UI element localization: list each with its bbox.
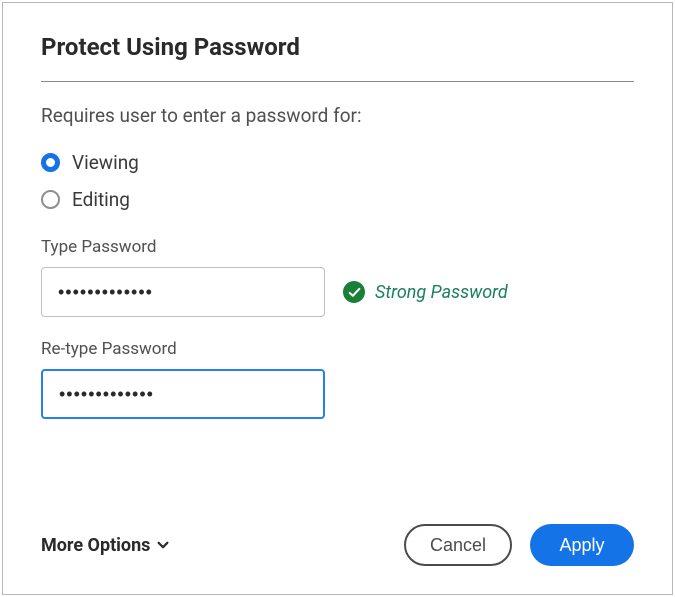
protect-password-dialog: Protect Using Password Requires user to … [2,2,673,595]
access-mode-radio-group: Viewing Editing [41,151,634,211]
apply-button[interactable]: Apply [530,524,634,566]
action-buttons: Cancel Apply [404,524,634,566]
password-strength-text: Strong Password [375,282,508,303]
more-options-label: More Options [41,535,150,556]
retype-password-group: Re-type Password [41,339,634,419]
type-password-input[interactable] [41,267,325,317]
retype-password-label: Re-type Password [41,339,634,359]
viewing-label: Viewing [72,151,139,174]
radio-selected-icon [41,153,60,172]
password-strength-indicator: Strong Password [343,281,508,303]
dialog-footer: More Options Cancel Apply [41,524,634,566]
type-password-label: Type Password [41,237,634,257]
editing-radio[interactable]: Editing [41,188,634,211]
chevron-down-icon [156,538,170,552]
check-circle-icon [343,281,365,303]
description-text: Requires user to enter a password for: [41,104,634,127]
type-password-group: Type Password Strong Password [41,237,634,317]
viewing-radio[interactable]: Viewing [41,151,634,174]
cancel-button[interactable]: Cancel [404,524,512,566]
radio-unselected-icon [41,190,60,209]
more-options-toggle[interactable]: More Options [41,535,170,556]
editing-label: Editing [72,188,130,211]
dialog-title: Protect Using Password [41,33,634,82]
retype-password-input[interactable] [41,369,325,419]
